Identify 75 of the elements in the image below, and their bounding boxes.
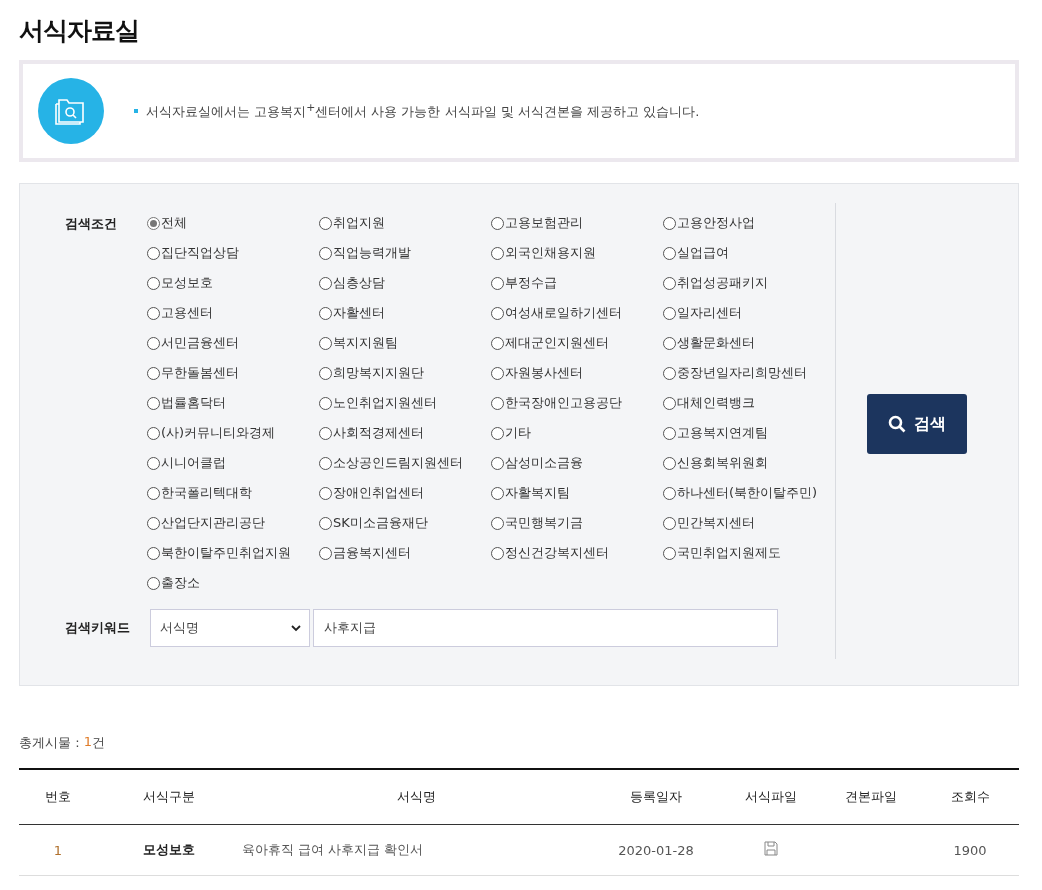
category-radio[interactable]: 한국장애인고용공단 [491, 393, 622, 413]
floppy-disk-icon[interactable] [764, 841, 778, 856]
category-radio[interactable]: 장애인취업센터 [319, 483, 424, 503]
category-radio[interactable]: 외국인채용지원 [491, 243, 596, 263]
category-radio[interactable]: SK미소금융재단 [319, 513, 428, 533]
views-cell: 1900 [921, 824, 1019, 876]
category-radio[interactable]: 법률홈닥터 [147, 393, 226, 413]
category-radio[interactable]: 고용보험관리 [491, 213, 583, 233]
category-radio[interactable]: 자활센터 [319, 303, 385, 323]
total-count: 1 [83, 734, 92, 751]
number-cell: 1 [19, 824, 97, 876]
category-radio[interactable]: 소상공인드림지원센터 [319, 453, 463, 473]
category-radio[interactable]: 희망복지지원단 [319, 363, 424, 383]
search-button[interactable]: 검색 [867, 394, 967, 454]
category-radio[interactable]: 국민취업지원제도 [663, 543, 781, 563]
category-radio[interactable]: 사회적경제센터 [319, 423, 424, 443]
search-icon [888, 415, 906, 433]
category-radio[interactable]: 고용안정사업 [663, 213, 755, 233]
category-radio[interactable]: 집단직업상담 [147, 243, 239, 263]
category-radio[interactable]: 고용복지연계팀 [663, 423, 768, 443]
category-radio[interactable]: 자원봉사센터 [491, 363, 583, 383]
column-header: 번호 [19, 769, 97, 825]
category-radio[interactable]: 출장소 [147, 573, 200, 593]
category-radio[interactable]: 고용센터 [147, 303, 213, 323]
category-radio[interactable]: 생활문화센터 [663, 333, 755, 353]
category-radio[interactable]: 중장년일자리희망센터 [663, 363, 807, 383]
category-radio[interactable]: 시니어클럽 [147, 453, 226, 473]
field-select[interactable]: 서식명 [150, 609, 310, 647]
column-header: 조회수 [921, 769, 1019, 825]
category-radio[interactable]: 전체 [147, 213, 187, 233]
title-link[interactable]: 육아휴직 급여 사후지급 확인서 [241, 824, 591, 876]
category-radio[interactable]: 한국폴리텍대학 [147, 483, 252, 503]
category-radio[interactable]: 일자리센터 [663, 303, 742, 323]
column-header: 등록일자 [591, 769, 721, 825]
category-radio[interactable]: 정신건강복지센터 [491, 543, 609, 563]
chevron-icon [291, 624, 301, 632]
category-radio[interactable]: 무한돌봄센터 [147, 363, 239, 383]
category-radio[interactable]: 심층상담 [319, 273, 385, 293]
category-radio[interactable]: 복지지원팀 [319, 333, 398, 353]
keyword-field[interactable]: 사후지급 [313, 609, 778, 647]
bullet-icon [134, 109, 138, 113]
category-radio[interactable]: 기타 [491, 423, 531, 443]
date-cell: 2020-01-28 [591, 824, 721, 876]
category-radio[interactable]: 취업지원 [319, 213, 385, 233]
category-radio[interactable]: 취업성공패키지 [663, 273, 768, 293]
category-radio[interactable]: 서민금융센터 [147, 333, 239, 353]
total-label: 총게시물 : [19, 734, 81, 752]
category-radio[interactable]: 노인취업지원센터 [319, 393, 437, 413]
category-radio[interactable]: 대체인력뱅크 [663, 393, 755, 413]
keyword-label: 검색키워드 [64, 619, 131, 637]
category-radio[interactable]: 자활복지팀 [491, 483, 570, 503]
category-radio[interactable]: 국민행복기금 [491, 513, 583, 533]
column-header: 서식명 [241, 769, 591, 825]
page-title: 서식자료실 [19, 15, 140, 47]
category-radio[interactable]: 삼성미소금융 [491, 453, 583, 473]
condition-label: 검색조건 [64, 215, 118, 233]
category-radio[interactable]: 직업능력개발 [319, 243, 411, 263]
category-cell: 모성보호 [97, 824, 241, 876]
total-unit: 건 [91, 734, 105, 752]
category-radio[interactable]: 부정수급 [491, 273, 557, 293]
category-radio[interactable]: 민간복지센터 [663, 513, 755, 533]
column-header: 서식파일 [721, 769, 821, 825]
category-radio[interactable]: 하나센터(북한이탈주민) [663, 483, 818, 503]
category-radio[interactable]: 여성새로일하기센터 [491, 303, 622, 323]
category-radio[interactable]: 금융복지센터 [319, 543, 411, 563]
category-radio[interactable]: 신용회복위원회 [663, 453, 768, 473]
category-radio[interactable]: 북한이탈주민취업지원 [147, 543, 291, 563]
category-radio[interactable]: 제대군인지원센터 [491, 333, 609, 353]
category-radio[interactable]: 모성보호 [147, 273, 213, 293]
column-header: 서식구분 [97, 769, 241, 825]
category-radio[interactable]: 산업단지관리공단 [147, 513, 265, 533]
category-radio[interactable]: 실업급여 [663, 243, 729, 263]
column-header: 견본파일 [821, 769, 921, 825]
notice-text: 서식자료실에서는 고용복지$^{+}$센터에서 사용 가능한 서식파일 및 서식견본을 제공하고 있습니다. [146, 100, 700, 122]
category-radio[interactable]: (사)커뮤니티와경제 [147, 423, 276, 443]
